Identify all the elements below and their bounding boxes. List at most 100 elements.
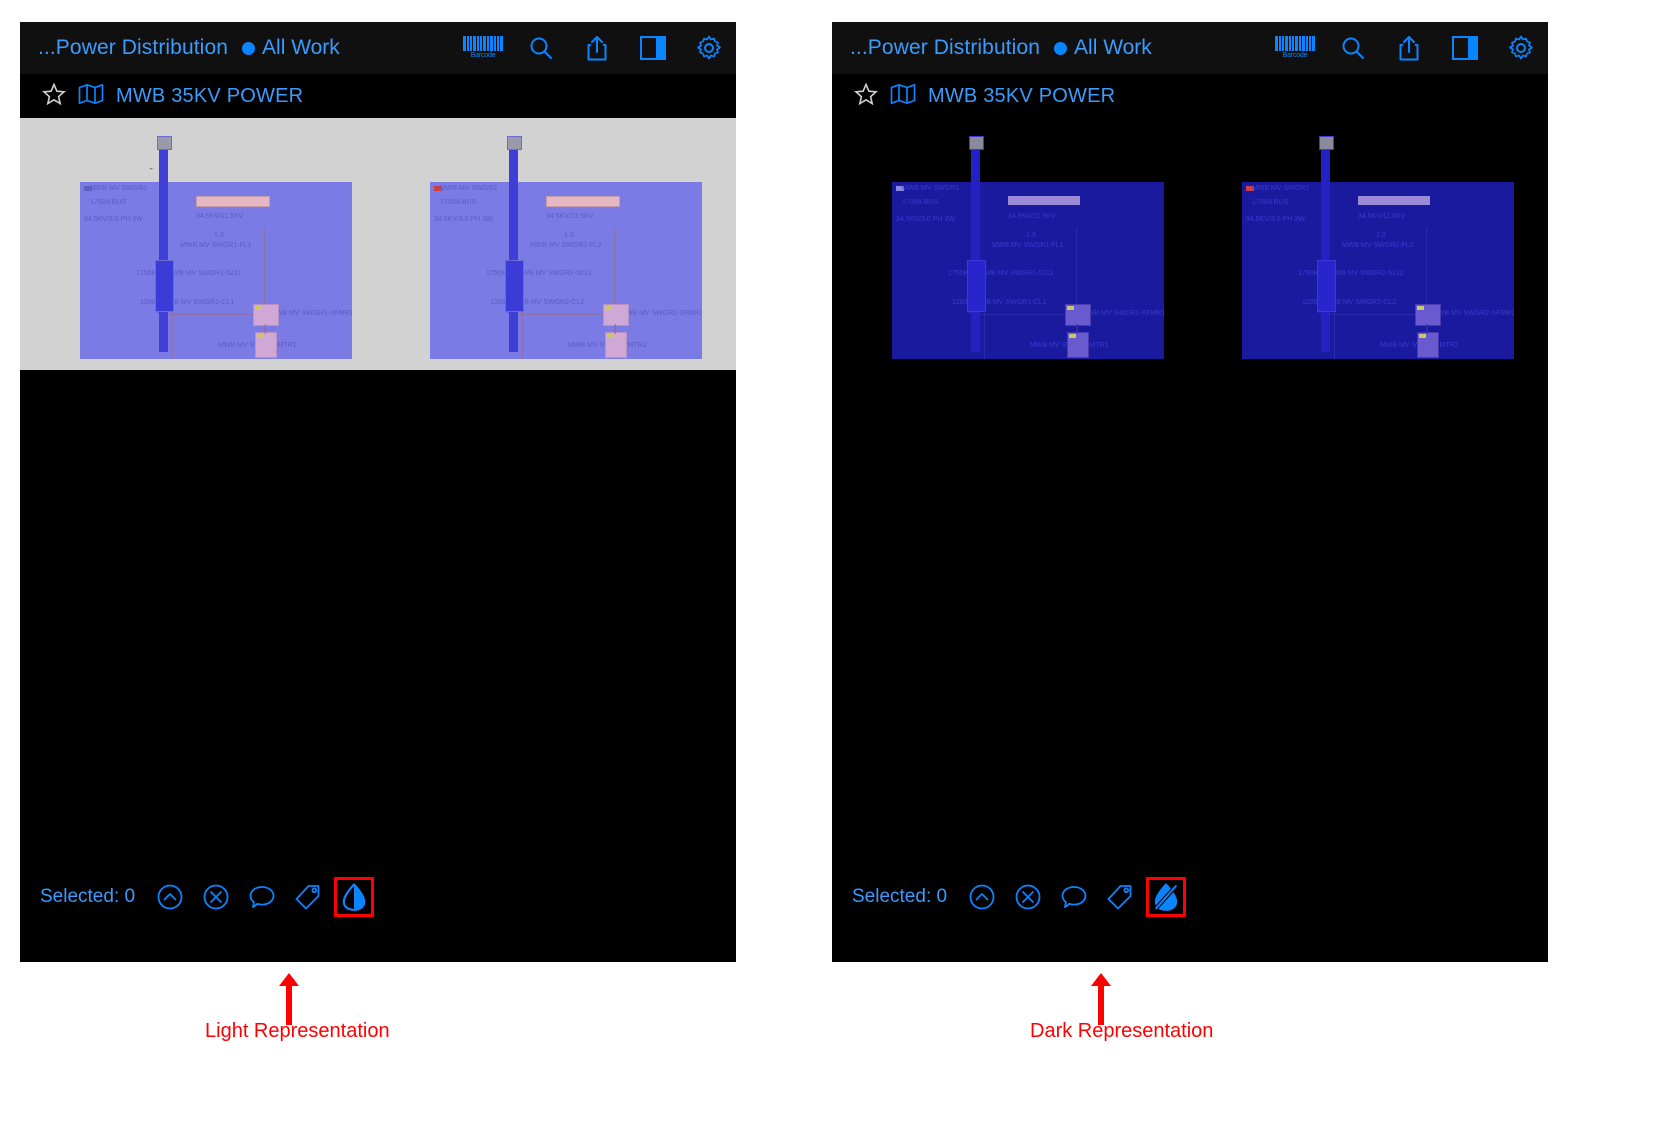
- drawing-label: 34.5KV/3.0 PH 3W: [84, 216, 143, 223]
- nav-left-group: ...Power Distribution All Work: [38, 36, 340, 60]
- work-filter[interactable]: All Work: [242, 36, 340, 60]
- share-icon[interactable]: [1394, 33, 1424, 63]
- barcode-bars: [1275, 36, 1315, 51]
- barcode-bars: [463, 36, 503, 51]
- drawing-label: 1750KVA MWB MV SWGR2-5212: [486, 270, 592, 277]
- drawing-label: MWB MV SWGR2-XFMR2: [1432, 310, 1514, 317]
- star-icon[interactable]: [42, 81, 66, 111]
- comment-icon[interactable]: [247, 882, 277, 912]
- drawing-label: 34.5KV/11.5KV: [1358, 213, 1406, 220]
- drawing-component-box: [255, 332, 277, 358]
- search-icon[interactable]: [1338, 33, 1368, 63]
- work-filter-label: All Work: [1074, 36, 1152, 59]
- drawing-label: MWB MV SWGR2-FL2: [530, 242, 602, 249]
- sidebar-toggle-icon[interactable]: [1450, 33, 1480, 63]
- breadcrumb[interactable]: ...Power Distribution: [850, 36, 1040, 60]
- drawing-label: 34.5KV/3.0 PH 3W: [434, 216, 493, 223]
- drawing-component-box: [1065, 304, 1091, 326]
- drawing-label: 34.5KV/3.0 PH 3W: [896, 216, 955, 223]
- star-icon[interactable]: [854, 81, 878, 111]
- barcode-icon[interactable]: Barcode: [463, 33, 503, 63]
- close-circle-icon[interactable]: [1013, 882, 1043, 912]
- top-navigation-bar: ...Power Distribution All Work Barcode: [20, 22, 736, 74]
- map-icon[interactable]: [78, 83, 104, 110]
- nav-right-group: Barcode: [463, 33, 724, 63]
- drawing-vline: [1427, 324, 1428, 334]
- app-window-light: ...Power Distribution All Work Barcode M…: [20, 22, 736, 962]
- sheet-background-light: MWB MV SWGR1 1700A BUS 34.5KV/3.0 PH 3W …: [20, 118, 736, 370]
- drawing-label: 34.5KV/11.5KV: [546, 213, 594, 220]
- breadcrumb[interactable]: ...Power Distribution: [38, 36, 228, 60]
- comment-icon[interactable]: [1059, 882, 1089, 912]
- drawing-canvas-light[interactable]: MWB MV SWGR1 1700A BUS 34.5KV/3.0 PH 3W …: [20, 118, 736, 920]
- document-title-bar: MWB 35KV POWER: [20, 74, 736, 118]
- gear-icon[interactable]: [1506, 33, 1536, 63]
- riser-bus-1: [971, 140, 980, 352]
- drawing-component-box: [1067, 332, 1089, 358]
- share-icon[interactable]: [582, 33, 612, 63]
- selection-count: Selected: 0: [852, 886, 948, 907]
- selection-count: Selected: 0: [40, 886, 136, 907]
- drawing-label: 1700A BUS: [902, 199, 939, 206]
- riser-cap-1-icon: [969, 136, 984, 150]
- drawing-thumbnail-2[interactable]: MWB MV SWGR2 1700A BUS 34.5KV/3.0 PH 3W …: [430, 182, 702, 359]
- bottom-toolbar: Selected: 0: [832, 874, 1548, 920]
- tag-icon[interactable]: [1105, 882, 1135, 912]
- drawing-label: MWB MV SWGR1-FL1: [180, 242, 252, 249]
- riser-breaker-1: [155, 260, 174, 312]
- work-filter[interactable]: All Work: [1054, 36, 1152, 60]
- drawing-ribbon: [1358, 196, 1430, 205]
- barcode-icon[interactable]: Barcode: [1275, 33, 1315, 63]
- work-filter-label: All Work: [262, 36, 340, 59]
- drawing-label: 1750KVA MWB MV SWGR2-5212: [1298, 270, 1404, 277]
- drawing-label: MWB MV SWGR2: [440, 185, 498, 192]
- filter-status-dot-icon: [1054, 41, 1068, 55]
- drawing-label: 34.5KV/11.5KV: [196, 213, 244, 220]
- component-tab: [1067, 306, 1074, 310]
- gear-icon[interactable]: [694, 33, 724, 63]
- drawing-label: MWB MV SWGR2-FL2: [1342, 242, 1414, 249]
- drawing-label: MWB MV SWGR1-FL1: [992, 242, 1064, 249]
- comparison-figure: ...Power Distribution All Work Barcode M…: [0, 0, 1678, 1132]
- contrast-droplet-icon[interactable]: [334, 877, 375, 917]
- drawing-thumbnail-1[interactable]: MWB MV SWGR1 1700A BUS 34.5KV/3.0 PH 3W …: [892, 182, 1164, 359]
- riser-cap-2-icon: [507, 136, 522, 150]
- component-tab: [1419, 334, 1426, 338]
- drawing-ribbon: [1008, 196, 1080, 205]
- riser-bus-1: [159, 140, 168, 352]
- annotation-caption-dark: Dark Representation: [1030, 1020, 1214, 1042]
- top-navigation-bar: ...Power Distribution All Work Barcode: [832, 22, 1548, 74]
- drawing-component-box: [1417, 332, 1439, 358]
- sidebar-toggle-icon[interactable]: [638, 33, 668, 63]
- drawing-component-box: [605, 332, 627, 358]
- tag-icon[interactable]: [293, 882, 323, 912]
- drawing-label: MWB MV SWGR1-XFMR1: [1082, 310, 1164, 317]
- component-tab: [255, 306, 262, 310]
- drawing-label: 34.5KV/11.5KV: [1008, 213, 1056, 220]
- drawing-label: 1:3: [564, 232, 574, 239]
- drawing-ribbon: [196, 196, 270, 207]
- drawing-label: MWB MV SWGR2: [1252, 185, 1310, 192]
- collapse-chevron-up-icon[interactable]: [155, 882, 185, 912]
- drawing-thumbnail-2[interactable]: MWB MV SWGR2 1700A BUS 34.5KV/3.0 PH 3W …: [1242, 182, 1514, 359]
- annotation-arrow-dark: [1091, 973, 1111, 1025]
- drawing-hline: [1330, 314, 1428, 315]
- drawing-label: 1:3: [214, 232, 224, 239]
- component-tab: [1069, 334, 1076, 338]
- app-window-dark: ...Power Distribution All Work Barcode M…: [832, 22, 1548, 962]
- barcode-icon-label: Barcode: [470, 52, 496, 59]
- drawing-hline: [518, 314, 616, 315]
- contrast-droplet-slash-icon[interactable]: [1146, 877, 1187, 917]
- document-title-bar: MWB 35KV POWER: [832, 74, 1548, 118]
- search-icon[interactable]: [526, 33, 556, 63]
- map-icon[interactable]: [890, 83, 916, 110]
- drawing-vline: [1077, 324, 1078, 334]
- drawing-canvas-dark[interactable]: MWB MV SWGR1 1700A BUS 34.5KV/3.0 PH 3W …: [832, 118, 1548, 920]
- drawing-label: MWB MV SWGR2-XFMR2: [620, 310, 702, 317]
- close-circle-icon[interactable]: [201, 882, 231, 912]
- drawing-label: 1700A BUS: [1252, 199, 1289, 206]
- drawing-vline: [265, 324, 266, 334]
- drawing-label: 1750KVA MWB MV SWGR1-5211: [136, 270, 242, 277]
- drawing-thumbnail-1[interactable]: MWB MV SWGR1 1700A BUS 34.5KV/3.0 PH 3W …: [80, 182, 352, 359]
- collapse-chevron-up-icon[interactable]: [967, 882, 997, 912]
